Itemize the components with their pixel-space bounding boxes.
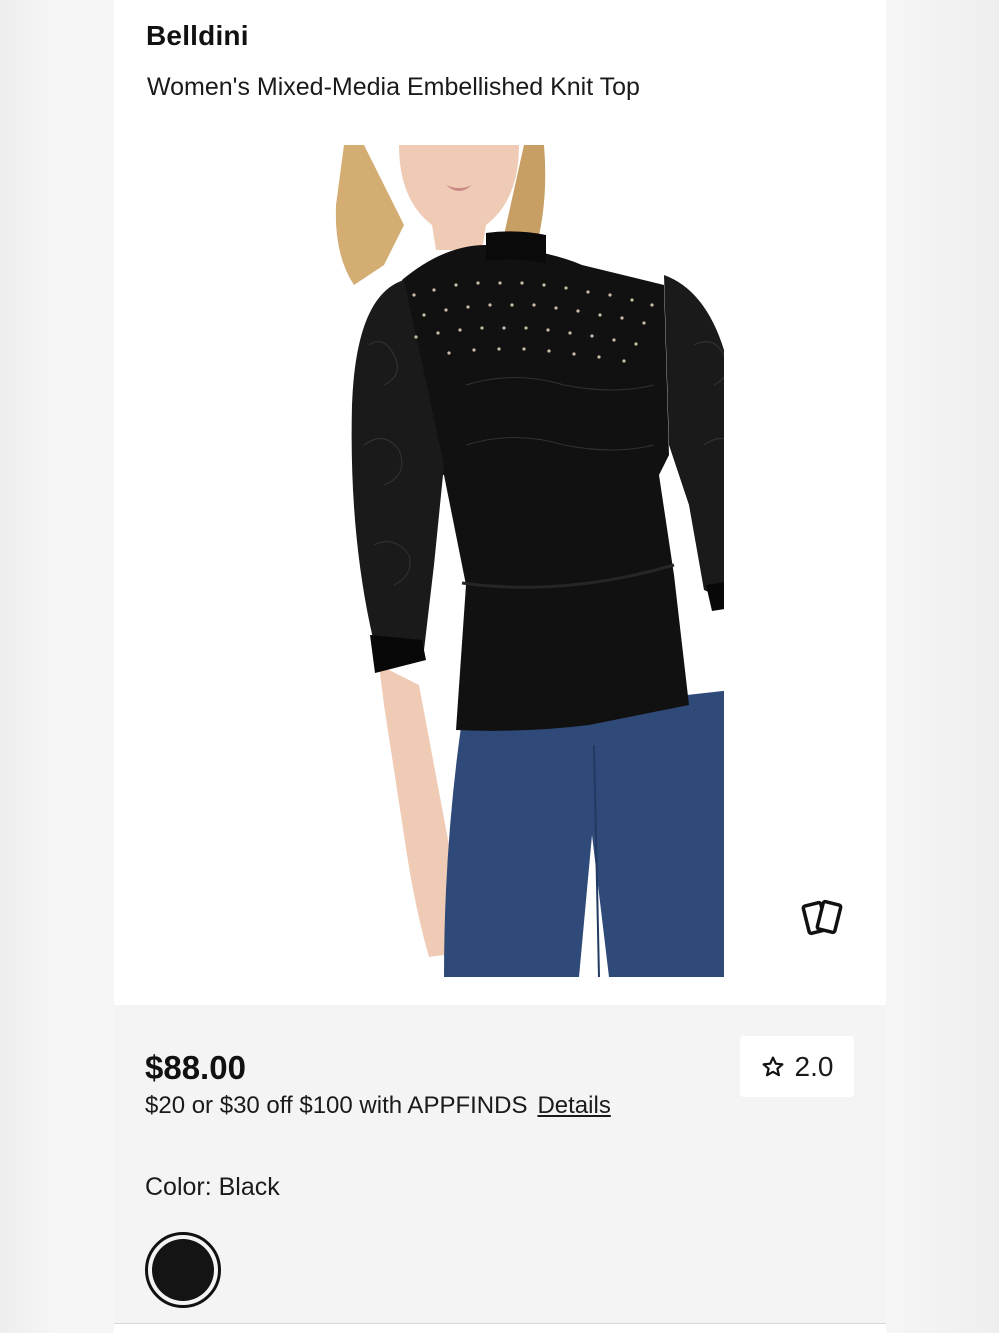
- brand-name[interactable]: Belldini: [146, 20, 249, 52]
- rating-value: 2.0: [794, 1050, 834, 1082]
- color-swatch-black[interactable]: [145, 1232, 221, 1308]
- product-image[interactable]: [234, 145, 764, 978]
- product-card: Belldini Women's Mixed-Media Embellished…: [114, 0, 886, 1005]
- product-info-section: $88.00 $20 or $30 off $100 with APPFINDS…: [114, 1005, 886, 1323]
- promo-message: $20 or $30 off $100 with APPFINDS Details: [145, 1092, 611, 1120]
- rating-badge[interactable]: 2.0: [740, 1036, 854, 1097]
- swatch-fill: [152, 1239, 214, 1301]
- star-outline-icon: [761, 1055, 785, 1079]
- cards-icon[interactable]: [798, 893, 848, 943]
- divider: [114, 1323, 886, 1324]
- color-label: Color: Black: [145, 1173, 280, 1201]
- product-title: Women's Mixed-Media Embellished Knit Top: [147, 73, 640, 101]
- promo-text: $20 or $30 off $100 with APPFINDS: [145, 1092, 528, 1119]
- price: $88.00: [145, 1049, 246, 1086]
- promo-details-link[interactable]: Details: [537, 1092, 610, 1119]
